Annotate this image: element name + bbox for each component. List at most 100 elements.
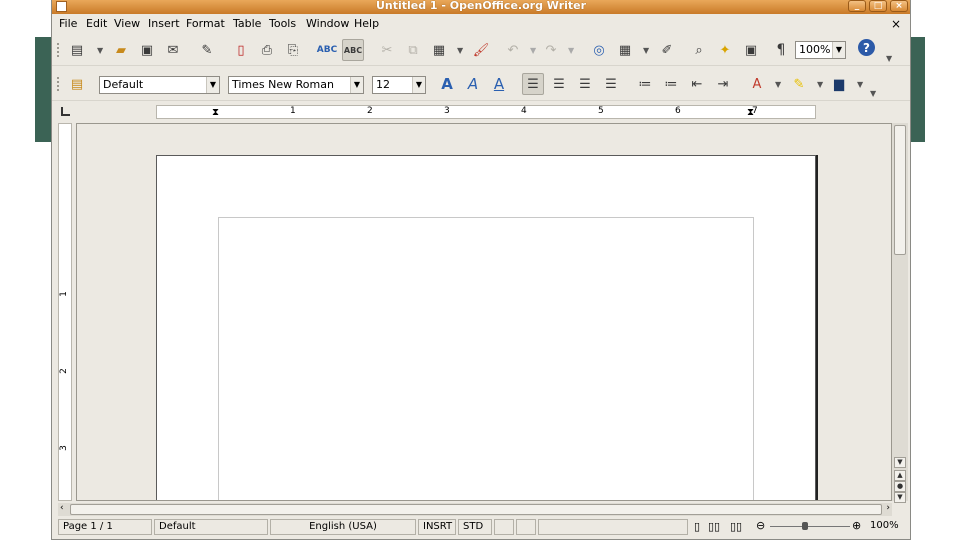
zoom-combo[interactable]: 100% ▼ [795,41,846,59]
print-preview-icon[interactable]: ⎘ [282,39,304,61]
close-document-icon[interactable]: × [891,17,901,31]
styles-formatting-icon[interactable]: ▤ [66,73,88,95]
font-color-dropdown-icon[interactable]: ▼ [775,80,781,89]
toolbar-overflow-icon[interactable]: ▼ [886,54,892,63]
bold-icon[interactable]: A [436,73,458,95]
left-indent-marker[interactable]: ⧗ [212,107,219,118]
zoom-slider[interactable] [770,526,850,527]
minimize-button[interactable]: _ [848,0,866,12]
language[interactable]: English (USA) [270,519,416,535]
email-document-icon[interactable]: ✉ [162,39,184,61]
toolbar-grip[interactable] [57,77,63,91]
selection-mode[interactable]: STD [458,519,492,535]
document-modified-field[interactable] [494,519,514,535]
previous-page-icon[interactable]: ▲ [894,470,906,481]
highlighting-icon[interactable]: ✎ [788,73,810,95]
save-icon[interactable]: ▣ [136,39,158,61]
font-color-icon[interactable]: A [746,73,768,95]
vertical-ruler[interactable]: 1 2 3 [58,123,72,501]
gallery-icon[interactable]: ▣ [740,39,762,61]
font-size-combo[interactable]: 12 ▼ [372,76,426,94]
justify-icon[interactable]: ☰ [600,73,622,95]
menu-format[interactable]: Format [186,17,225,30]
menu-view[interactable]: View [114,17,140,30]
paragraph-style-combo[interactable]: Default ▼ [99,76,220,94]
numbering-icon[interactable]: ≔ [634,73,656,95]
horizontal-scrollbar[interactable]: ‹ › [58,503,892,516]
redo-dropdown-icon[interactable]: ▼ [568,46,574,55]
zoom-dropdown-icon[interactable]: ▼ [832,42,845,58]
align-left-icon[interactable]: ☰ [522,73,544,95]
next-page-icon[interactable]: ▼ [894,492,906,503]
hyperlink-icon[interactable]: ◎ [588,39,610,61]
increase-indent-icon[interactable]: ⇥ [712,73,734,95]
new-dropdown-icon[interactable]: ▼ [97,46,103,55]
close-window-button[interactable]: × [890,0,908,12]
menu-table[interactable]: Table [233,17,261,30]
font-name-combo[interactable]: Times New Roman ▼ [228,76,364,94]
page-style[interactable]: Default [154,519,268,535]
background-color-icon[interactable]: ▆ [828,73,850,95]
formatting-marks-icon[interactable]: ¶ [770,39,792,61]
vertical-scroll-thumb[interactable] [894,125,906,255]
menu-insert[interactable]: Insert [148,17,180,30]
navigator-icon[interactable]: ✦ [714,39,736,61]
horizontal-ruler[interactable]: ⧗ 1 2 3 4 5 6 7 ⧗ [156,105,816,119]
multi-page-view-icon[interactable]: ▯▯ [708,520,720,533]
table-dropdown-icon[interactable]: ▼ [643,46,649,55]
digital-signature-field[interactable] [516,519,536,535]
size-dropdown-icon[interactable]: ▼ [412,77,425,93]
document-area[interactable] [76,123,892,501]
toolbar-overflow-icon[interactable]: ▼ [870,89,876,98]
horizontal-scroll-thumb[interactable] [70,504,882,515]
format-paintbrush-icon[interactable]: 🖌 [470,39,492,61]
undo-icon[interactable]: ↶ [502,39,524,61]
help-icon[interactable]: ? [858,39,875,56]
spellcheck-icon[interactable]: ABC [316,39,338,61]
insert-mode[interactable]: INSRT [418,519,456,535]
menu-tools[interactable]: Tools [269,17,296,30]
show-draw-functions-icon[interactable]: ✐ [656,39,678,61]
find-replace-icon[interactable]: ⌕ [688,39,710,61]
single-page-view-icon[interactable]: ▯ [694,520,700,533]
italic-icon[interactable]: A [462,73,484,95]
right-indent-marker[interactable]: ⧗ [747,107,754,118]
style-dropdown-icon[interactable]: ▼ [206,77,219,93]
bullets-icon[interactable]: ≔ [660,73,682,95]
cut-icon[interactable]: ✂ [376,39,398,61]
highlighting-dropdown-icon[interactable]: ▼ [817,80,823,89]
toolbar-grip[interactable] [57,43,63,57]
zoom-out-icon[interactable]: ⊖ [756,519,765,532]
scroll-left-icon[interactable]: ‹ [60,503,64,513]
new-document-icon[interactable]: ▤ [66,39,88,61]
scroll-down-icon[interactable]: ▼ [894,457,906,468]
align-center-icon[interactable]: ☰ [548,73,570,95]
scroll-right-icon[interactable]: › [886,503,890,513]
autospellcheck-icon[interactable]: ABC [342,39,364,61]
document-page[interactable] [156,155,816,500]
zoom-slider-thumb[interactable] [802,522,808,530]
vertical-scrollbar[interactable]: ▼ ▲ ● ▼ [892,123,908,503]
book-view-icon[interactable]: ▯▯ [730,520,742,533]
underline-icon[interactable]: A [488,73,510,95]
menu-window[interactable]: Window [306,17,349,30]
zoom-in-icon[interactable]: ⊕ [852,519,861,532]
redo-icon[interactable]: ↷ [540,39,562,61]
align-right-icon[interactable]: ☰ [574,73,596,95]
menu-file[interactable]: File [59,17,77,30]
navigation-icon[interactable]: ● [894,481,906,492]
menu-help[interactable]: Help [354,17,379,30]
paste-icon[interactable]: ▦ [428,39,450,61]
tab-stop-selector-icon[interactable] [61,107,70,116]
menu-edit[interactable]: Edit [86,17,107,30]
copy-icon[interactable]: ⧉ [402,39,424,61]
edit-file-icon[interactable]: ✎ [196,39,218,61]
font-dropdown-icon[interactable]: ▼ [350,77,363,93]
zoom-percent[interactable]: 100% [870,520,899,531]
open-folder-icon[interactable]: ▰ [110,39,132,61]
paste-dropdown-icon[interactable]: ▼ [457,46,463,55]
maximize-button[interactable]: □ [869,0,887,12]
page-indicator[interactable]: Page 1 / 1 [58,519,152,535]
print-icon[interactable]: ⎙ [256,39,278,61]
background-color-dropdown-icon[interactable]: ▼ [857,80,863,89]
